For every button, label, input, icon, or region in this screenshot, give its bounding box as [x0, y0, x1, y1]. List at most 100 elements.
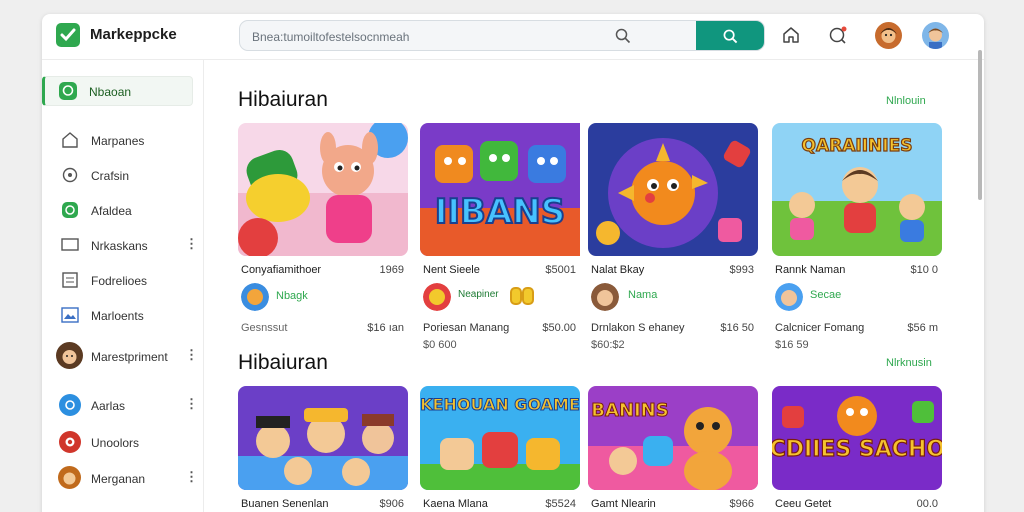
search-input[interactable]: Bnea:tumoiltofestelsocnmeah	[252, 30, 409, 44]
more-options-icon[interactable]: ⋮	[185, 396, 198, 412]
card-meta-price: $16 ıan	[367, 322, 404, 334]
coin-icon	[522, 287, 534, 305]
more-options-icon[interactable]: ⋮	[185, 236, 198, 252]
card-title: Ceeu Getet	[775, 498, 832, 510]
home-icon	[62, 132, 78, 148]
sidebar-item-1[interactable]: Marpanes	[42, 125, 204, 155]
avatar	[56, 342, 83, 369]
info-icon	[59, 394, 81, 416]
avatar	[775, 283, 803, 311]
sidebar-item-label: Nbaoan	[89, 85, 132, 99]
scrollbar[interactable]	[978, 50, 982, 200]
card-title: Buanen Senenlan	[241, 498, 329, 510]
view-all-link[interactable]: Nlrknusin	[886, 357, 932, 369]
sidebar: Nbaoan Marpanes Crafsin Afaldea Nrkaskan…	[42, 60, 204, 512]
coin-icon	[510, 287, 522, 305]
card-price: $966	[729, 498, 754, 510]
search-bar[interactable]: Bnea:tumoiltofestelsocnmeah	[239, 20, 765, 51]
avatar	[58, 466, 81, 489]
thumbnail-title: BANINS	[591, 400, 668, 421]
game-thumbnail[interactable]	[238, 386, 408, 490]
sidebar-item-8[interactable]: Aarlas ⋮	[42, 390, 204, 420]
avatar	[423, 283, 451, 311]
card-price: $10 0	[910, 264, 938, 276]
game-thumbnail[interactable]: IIBANS	[420, 123, 590, 256]
user-avatar[interactable]	[875, 22, 902, 49]
sidebar-item-3[interactable]: Afaldea	[42, 195, 204, 225]
card-price: $5001	[545, 264, 576, 276]
thumbnail-title: KACDIIES SACHOIAI	[772, 437, 942, 462]
card-meta: Gesnssut	[241, 322, 288, 334]
card-price: 00.0	[916, 498, 938, 510]
card-title: Nalat Bkay	[591, 264, 645, 276]
card-meta-price: $16 50	[720, 322, 754, 334]
game-thumbnail[interactable]: QARAIINIES	[772, 123, 942, 256]
sidebar-item-label: Aarlas	[91, 399, 126, 413]
card-price: $5524	[545, 498, 576, 510]
card-meta: $16 59	[775, 339, 809, 351]
card-title: Conyafiamithoer	[241, 264, 322, 276]
card-price: $993	[729, 264, 754, 276]
notification-icon[interactable]	[828, 26, 848, 44]
monitor-icon	[61, 238, 79, 251]
card-meta: Drnlakon S ehaney	[591, 322, 685, 334]
app-window: Markeppcke Bnea:tumoiltofestelsocnmeah N…	[42, 14, 984, 512]
more-options-icon[interactable]: ⋮	[185, 469, 198, 485]
logo-check-icon	[56, 23, 80, 47]
sidebar-item-label: Nrkaskans	[91, 239, 148, 253]
card-meta: Calcnicer Fomang	[775, 322, 865, 334]
badge-icon	[59, 431, 81, 453]
card-price: 1969	[379, 264, 404, 276]
card-publisher: Neapiner	[458, 289, 499, 300]
thumbnail-title: QARAIINIES	[802, 136, 913, 156]
thumbnail-title: KEHOUAN GOAME	[420, 395, 580, 414]
sidebar-item-label: Marestpriment	[91, 350, 168, 364]
sidebar-item-label: Marloents	[91, 309, 144, 323]
image-icon	[61, 307, 79, 323]
section-title: Hibaiuran	[238, 88, 328, 111]
game-thumbnail[interactable]: KEHOUAN GOAME	[420, 386, 580, 490]
sidebar-item-5[interactable]: Fodrelioes	[42, 265, 204, 295]
sidebar-item-10[interactable]: Merganan ⋮	[42, 463, 204, 493]
card-publisher: Secae	[810, 289, 842, 301]
sidebar-item-label: Fodrelioes	[91, 274, 148, 288]
gear-icon	[62, 167, 78, 183]
thumbnail-title: IIBANS	[435, 192, 565, 232]
sidebar-item-4[interactable]: Nrkaskans ⋮	[42, 230, 204, 260]
card-meta: $60:$2	[591, 339, 625, 351]
sidebar-item-6[interactable]: Marloents	[42, 300, 204, 330]
sidebar-item-active[interactable]: Nbaoan	[42, 76, 193, 106]
game-thumbnail[interactable]: KACDIIES SACHOIAI	[772, 386, 942, 490]
view-all-link[interactable]: Nlnlouin	[886, 95, 926, 107]
game-thumbnail[interactable]	[588, 123, 758, 256]
sidebar-item-label: Merganan	[91, 472, 146, 486]
card-title: Nent Sieele	[423, 264, 480, 276]
search-button[interactable]	[696, 21, 764, 50]
sidebar-item-9[interactable]: Unoolors	[42, 427, 204, 457]
card-title: Kaena Mlana	[423, 498, 488, 510]
card-title: Gamt Nlearin	[591, 498, 656, 510]
profile-avatar[interactable]	[922, 22, 949, 49]
main-content: Hibaiuran Nlnlouin Conyafiamithoer 1969	[204, 60, 984, 512]
sidebar-item-7[interactable]: Marestpriment ⋮	[42, 341, 204, 371]
card-meta: $0 600	[423, 339, 457, 351]
section-title: Hibaiuran	[238, 351, 328, 374]
top-bar: Markeppcke Bnea:tumoiltofestelsocnmeah	[42, 14, 984, 60]
card-publisher: Nbagk	[276, 290, 308, 302]
chat-icon	[62, 202, 78, 218]
chat-icon	[59, 82, 77, 100]
avatar	[241, 283, 269, 311]
app-title: Markeppcke	[90, 26, 177, 43]
card-price: $906	[379, 498, 404, 510]
card-meta-price: $56 m	[907, 322, 938, 334]
sidebar-item-label: Afaldea	[91, 204, 132, 218]
card-publisher: Nama	[628, 289, 658, 301]
sidebar-item-label: Marpanes	[91, 134, 145, 148]
home-icon[interactable]	[782, 26, 800, 44]
sidebar-item-label: Crafsin	[91, 169, 130, 183]
game-thumbnail[interactable]: BANINS	[588, 386, 758, 490]
more-options-icon[interactable]: ⋮	[185, 347, 198, 363]
card-meta-price: $50.00	[542, 322, 576, 334]
sidebar-item-2[interactable]: Crafsin	[42, 160, 204, 190]
game-thumbnail[interactable]	[238, 123, 408, 256]
